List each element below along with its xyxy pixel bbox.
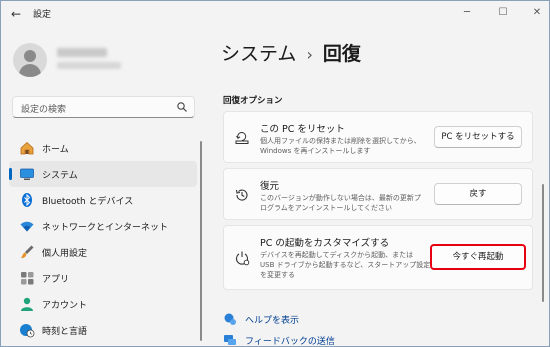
sidebar-item-personalization[interactable]: 個人用設定 — [9, 239, 197, 265]
sidebar-item-label: アカウント — [42, 301, 88, 311]
globe-clock-icon — [20, 324, 35, 338]
advanced-startup-icon — [235, 251, 250, 266]
sidebar-item-label: アプリ — [42, 275, 70, 285]
help-icon — [224, 313, 236, 325]
monitor-icon — [20, 168, 34, 180]
minimize-icon[interactable]: ─ — [457, 4, 477, 22]
maximize-icon[interactable]: ☐ — [493, 4, 513, 22]
brush-icon — [21, 245, 34, 259]
close-icon[interactable]: ✕ — [527, 4, 547, 22]
home-icon — [20, 141, 34, 155]
advanced-startup-card: PC の起動をカスタマイズする デバイスを再起動してディスクから起動、または U… — [223, 225, 533, 290]
sidebar-item-label: 個人用設定 — [42, 249, 88, 259]
search-input[interactable]: 設定の検索 — [12, 96, 195, 118]
search-icon — [177, 102, 187, 112]
card-description: 個人用ファイルの保持または削除を選択してから、 Windows を再インストール… — [260, 137, 421, 155]
reset-pc-card: この PC をリセット 個人用ファイルの保持または削除を選択してから、 Wind… — [223, 111, 533, 163]
active-indicator — [9, 168, 12, 180]
go-back-button[interactable]: 戻す — [434, 183, 522, 205]
breadcrumb: システム › 回復 — [221, 39, 361, 66]
sidebar-item-bluetooth[interactable]: Bluetooth とデバイス — [9, 187, 197, 213]
card-description: デバイスを再起動してディスクから起動、または USB ドライブから起動するなど、… — [260, 251, 431, 279]
page-title: 回復 — [322, 43, 361, 65]
sidebar-item-label: システム — [42, 171, 78, 181]
main-scrollbar[interactable] — [542, 184, 544, 302]
title-bar: ← 設定 ─ ☐ ✕ — [1, 1, 549, 27]
sidebar-item-network[interactable]: ネットワークとインターネット — [9, 213, 197, 239]
search-placeholder: 設定の検索 — [21, 105, 67, 115]
back-arrow-icon[interactable]: ← — [7, 5, 25, 23]
history-icon — [235, 189, 248, 201]
account-icon — [21, 297, 33, 311]
breadcrumb-parent[interactable]: システム — [221, 43, 296, 65]
app-title: 設定 — [33, 10, 52, 20]
sidebar-item-apps[interactable]: アプリ — [9, 265, 197, 291]
bluetooth-icon — [22, 193, 32, 207]
sidebar-item-label: Bluetooth とデバイス — [42, 197, 134, 207]
user-email-redacted — [57, 62, 121, 69]
breadcrumb-separator: › — [306, 45, 313, 64]
apps-icon — [21, 272, 34, 285]
wifi-icon — [20, 221, 34, 232]
reset-pc-button[interactable]: PC をリセットする — [434, 126, 522, 148]
section-title: 回復オプション — [223, 96, 283, 106]
restore-card: 復元 このバージョンが動作しない場合は、最新の更新プ ログラムをアンインストール… — [223, 168, 533, 220]
sidebar-item-label: ネットワークとインターネット — [42, 223, 169, 233]
sidebar-item-accounts[interactable]: アカウント — [9, 291, 197, 317]
sidebar-item-label: 時刻と言語 — [42, 327, 88, 337]
user-name-redacted — [57, 48, 107, 57]
sidebar-item-time-language[interactable]: 時刻と言語 — [9, 317, 197, 343]
sidebar-item-home[interactable]: ホーム — [9, 135, 197, 161]
sidebar-scrollbar[interactable] — [200, 141, 202, 341]
card-title: この PC をリセット — [260, 124, 345, 135]
reset-pc-icon — [235, 132, 249, 144]
sidebar-item-system[interactable]: システム — [9, 161, 197, 187]
restart-now-button[interactable]: 今すぐ再起動 — [430, 244, 526, 270]
settings-window: ← 設定 ─ ☐ ✕ 設定の検索 ホーム システム Bluetooth とデバイ… — [0, 0, 550, 347]
feedback-icon — [224, 335, 236, 345]
sidebar-nav: ホーム システム Bluetooth とデバイス ネットワークとインターネット — [9, 135, 199, 343]
card-title: PC の起動をカスタマイズする — [260, 238, 390, 249]
avatar[interactable] — [13, 43, 47, 77]
help-link-text[interactable]: ヘルプを表示 — [245, 313, 299, 326]
card-title: 復元 — [260, 181, 280, 192]
card-description: このバージョンが動作しない場合は、最新の更新プ ログラムをアンインストールしてく… — [260, 194, 421, 212]
feedback-link-text[interactable]: フィードバックの送信 — [245, 334, 335, 346]
sidebar-item-label: ホーム — [42, 145, 69, 155]
